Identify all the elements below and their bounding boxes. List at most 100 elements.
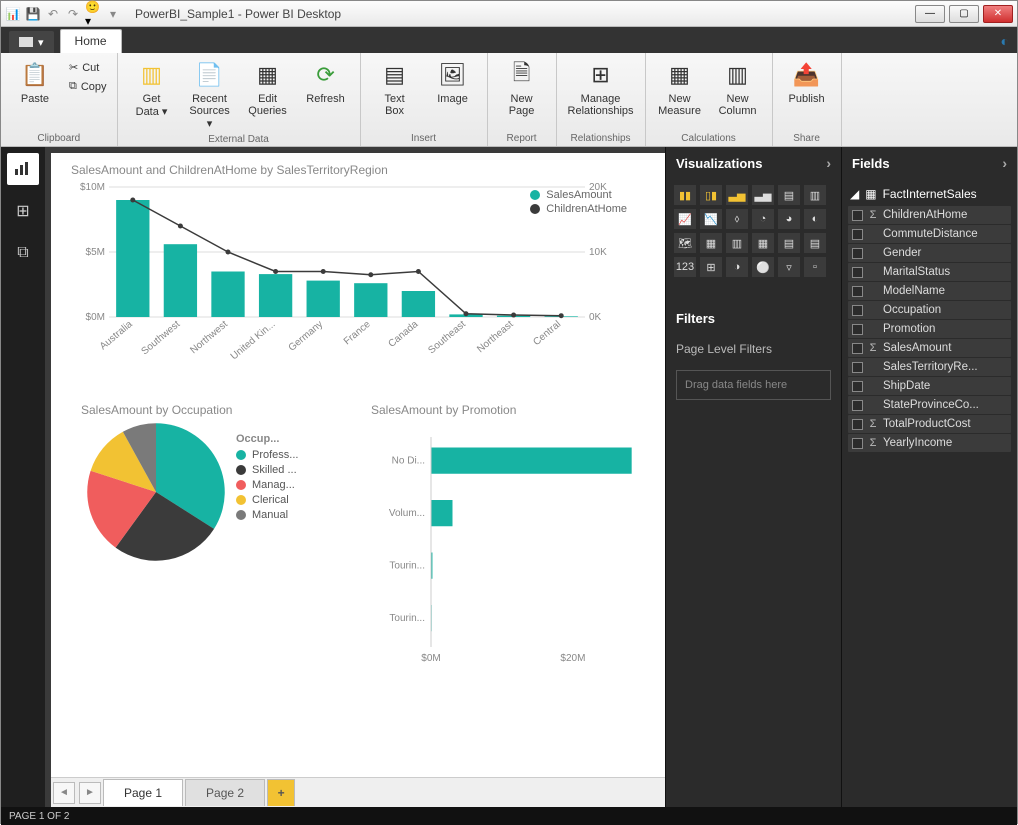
paste-button[interactable]: 📋Paste (9, 57, 61, 107)
copy-button[interactable]: ⧉Copy (67, 78, 109, 95)
fields-panel: Fields› ◢▦FactInternetSales ΣChildrenAtH… (841, 147, 1017, 807)
field-checkbox[interactable] (852, 362, 863, 373)
save-icon[interactable]: 💾 (25, 6, 41, 22)
new-page-button[interactable]: 🗎New Page (496, 57, 548, 119)
page-prev-button[interactable]: ◄ (53, 782, 75, 804)
qat-more-icon[interactable]: ▾ (105, 6, 121, 22)
report-view-icon[interactable] (7, 153, 39, 185)
field-ShipDate[interactable]: ShipDate (848, 377, 1011, 395)
viz-type-1[interactable]: ▯▮ (700, 185, 722, 205)
field-checkbox[interactable] (852, 267, 863, 278)
field-Occupation[interactable]: Occupation (848, 301, 1011, 319)
paste-icon: 📋 (19, 59, 51, 91)
maximize-button[interactable]: ▢ (949, 5, 979, 23)
field-checkbox[interactable] (852, 381, 863, 392)
relationships-icon: ⊞ (585, 59, 617, 91)
field-checkbox[interactable] (852, 438, 863, 449)
filters-drop-zone[interactable]: Drag data fields here (676, 370, 831, 400)
svg-text:United Kin...: United Kin... (229, 319, 278, 362)
field-checkbox[interactable] (852, 343, 863, 354)
viz-type-15[interactable]: ▦ (752, 233, 774, 253)
field-MaritalStatus[interactable]: MaritalStatus (848, 263, 1011, 281)
field-SalesAmount[interactable]: ΣSalesAmount (848, 339, 1011, 357)
viz-collapse-icon[interactable]: › (826, 155, 831, 171)
viz-type-12[interactable]: 🗺 (674, 233, 696, 253)
field-ModelName[interactable]: ModelName (848, 282, 1011, 300)
close-button[interactable]: ✕ (983, 5, 1013, 23)
viz-type-13[interactable]: ▦ (700, 233, 722, 253)
viz-type-6[interactable]: 📈 (674, 209, 696, 229)
manage-relationships-button[interactable]: ⊞Manage Relationships (565, 57, 637, 119)
data-view-icon[interactable]: ⊞ (7, 195, 39, 227)
edit-queries-button[interactable]: ▦Edit Queries (242, 57, 294, 119)
pie-chart[interactable]: SalesAmount by Occupation (81, 403, 381, 570)
field-YearlyIncome[interactable]: ΣYearlyIncome (848, 434, 1011, 452)
new-column-button[interactable]: ▥New Column (712, 57, 764, 119)
viz-type-21[interactable]: ⚪ (752, 257, 774, 277)
viz-type-0[interactable]: ▮▮ (674, 185, 696, 205)
field-checkbox[interactable] (852, 229, 863, 240)
viz-type-8[interactable]: ⬨ (726, 209, 748, 229)
page-tab-1[interactable]: Page 1 (103, 779, 183, 806)
viz-type-9[interactable]: ◔ (752, 209, 774, 229)
viz-type-19[interactable]: ⊞ (700, 257, 722, 277)
external-group-label: External Data (126, 132, 352, 145)
undo-icon[interactable]: ↶ (45, 6, 61, 22)
fields-collapse-icon[interactable]: › (1002, 155, 1007, 171)
cut-button[interactable]: ✂Cut (67, 59, 109, 76)
refresh-button[interactable]: ⟳Refresh (300, 57, 352, 107)
viz-type-17[interactable]: ▤ (804, 233, 826, 253)
home-tab[interactable]: Home (60, 29, 122, 53)
viz-type-16[interactable]: ▤ (778, 233, 800, 253)
minimize-button[interactable]: — (915, 5, 945, 23)
field-ChildrenAtHome[interactable]: ΣChildrenAtHome (848, 206, 1011, 224)
model-view-icon[interactable]: ⧉ (7, 237, 39, 269)
viz-type-7[interactable]: 📉 (700, 209, 722, 229)
publish-button[interactable]: 📤Publish (781, 57, 833, 107)
field-Gender[interactable]: Gender (848, 244, 1011, 262)
viz-type-3[interactable]: ▃▅ (752, 185, 774, 205)
fields-table-group[interactable]: ◢▦FactInternetSales (848, 183, 1011, 205)
combo-chart[interactable]: SalesAmount and ChildrenAtHome by SalesT… (71, 163, 631, 363)
field-TotalProductCost[interactable]: ΣTotalProductCost (848, 415, 1011, 433)
window-title: PowerBI_Sample1 - Power BI Desktop (135, 7, 341, 21)
viz-type-14[interactable]: ▥ (726, 233, 748, 253)
textbox-button[interactable]: ▤Text Box (369, 57, 421, 119)
viz-type-2[interactable]: ▃▅ (726, 185, 748, 205)
report-canvas[interactable]: SalesAmount and ChildrenAtHome by SalesT… (51, 153, 665, 777)
viz-type-5[interactable]: ▥ (804, 185, 826, 205)
field-checkbox[interactable] (852, 324, 863, 335)
field-StateProvinceCo...[interactable]: StateProvinceCo... (848, 396, 1011, 414)
page-tab-2[interactable]: Page 2 (185, 779, 265, 806)
field-Promotion[interactable]: Promotion (848, 320, 1011, 338)
field-checkbox[interactable] (852, 286, 863, 297)
file-tab[interactable]: ▾ (9, 31, 54, 53)
add-page-button[interactable]: + (267, 779, 295, 806)
field-checkbox[interactable] (852, 419, 863, 430)
publish-icon: 📤 (791, 59, 823, 91)
hbar-chart[interactable]: SalesAmount by Promotion No Di...Volum..… (371, 403, 661, 683)
field-checkbox[interactable] (852, 248, 863, 259)
viz-type-20[interactable]: ◑ (726, 257, 748, 277)
get-data-button[interactable]: ▥Get Data ▾ (126, 57, 178, 120)
new-measure-button[interactable]: ▦New Measure (654, 57, 706, 119)
field-SalesTerritoryRe...[interactable]: SalesTerritoryRe... (848, 358, 1011, 376)
viz-gallery: ▮▮▯▮▃▅▃▅▤▥📈📉⬨◔◕◐🗺▦▥▦▤▤123⊞◑⚪▿▫ (666, 179, 841, 283)
viz-type-10[interactable]: ◕ (778, 209, 800, 229)
recent-sources-button[interactable]: 📄Recent Sources ▾ (184, 57, 236, 132)
image-button[interactable]: 🖼Image (427, 57, 479, 107)
viz-type-18[interactable]: 123 (674, 257, 696, 277)
viz-type-4[interactable]: ▤ (778, 185, 800, 205)
viz-type-23[interactable]: ▫ (804, 257, 826, 277)
redo-icon[interactable]: ↷ (65, 6, 81, 22)
viz-type-11[interactable]: ◐ (804, 209, 826, 229)
field-checkbox[interactable] (852, 305, 863, 316)
field-CommuteDistance[interactable]: CommuteDistance (848, 225, 1011, 243)
svg-text:Tourin...: Tourin... (389, 613, 425, 624)
emoji-icon[interactable]: 🙂▾ (85, 6, 101, 22)
help-icon[interactable]: ◐ (993, 29, 1017, 53)
field-checkbox[interactable] (852, 210, 863, 221)
field-checkbox[interactable] (852, 400, 863, 411)
viz-type-22[interactable]: ▿ (778, 257, 800, 277)
page-next-button[interactable]: ► (79, 782, 101, 804)
